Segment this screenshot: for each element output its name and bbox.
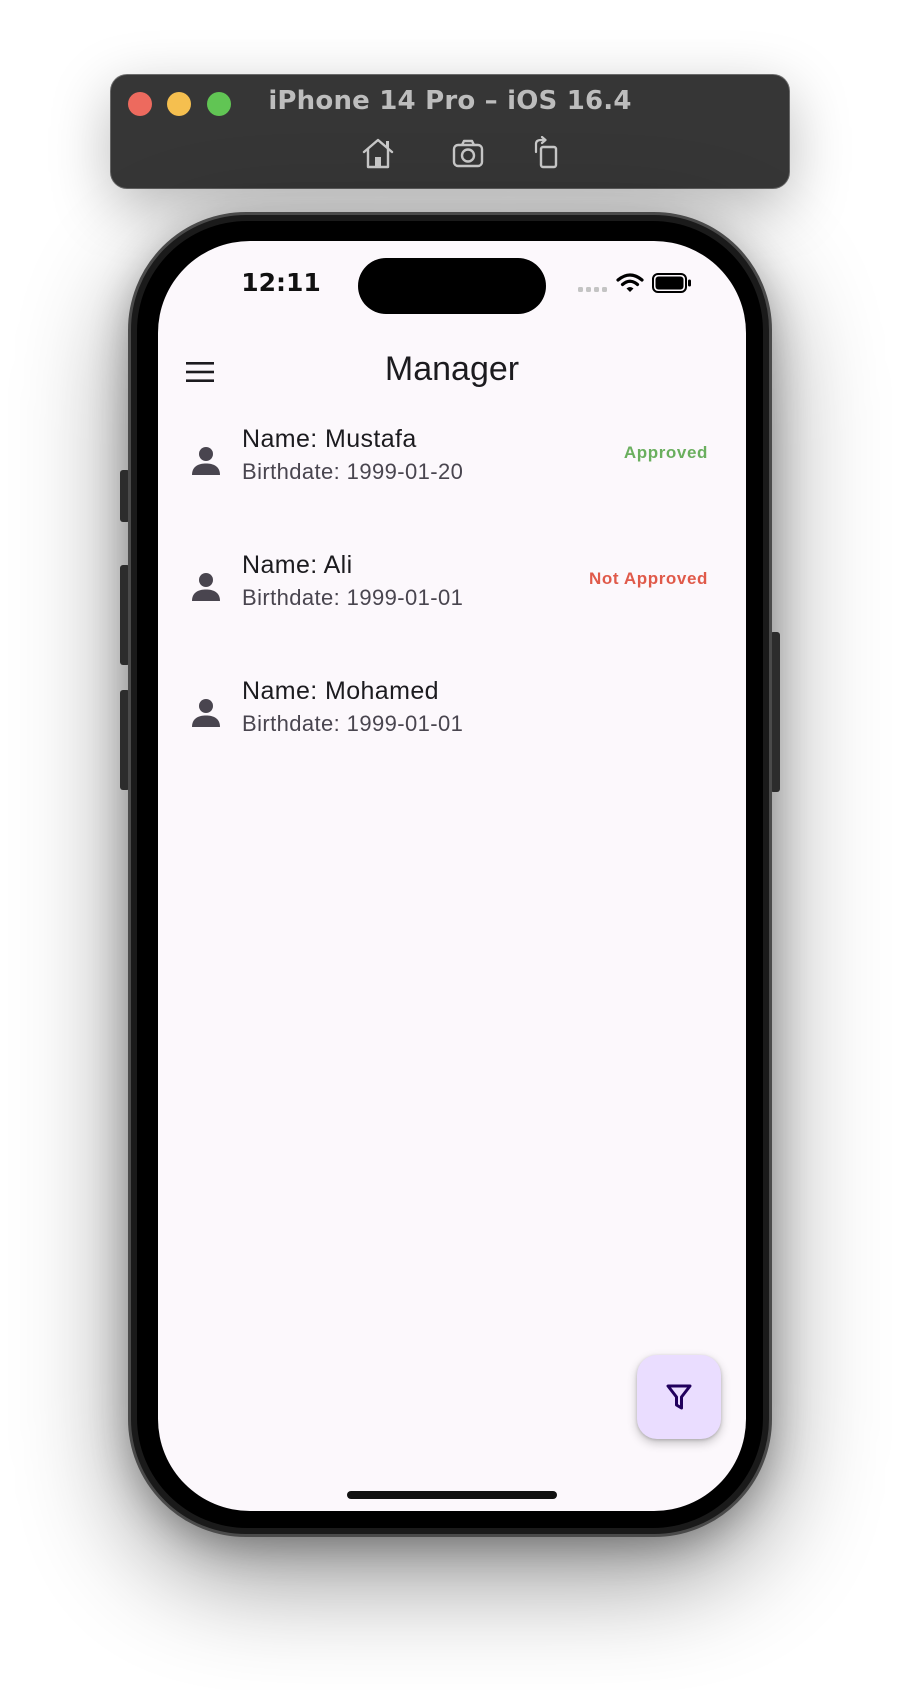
home-button[interactable] xyxy=(358,135,398,171)
simulator-title: iPhone 14 Pro – iOS 16.4 xyxy=(268,86,632,116)
user-birthdate: Birthdate: 1999-01-01 xyxy=(242,711,464,736)
simulator-window: iPhone 14 Pro – iOS 16.4 12:11 Manager N… xyxy=(0,0,900,1690)
user-name: Name: Mustafa xyxy=(242,425,417,453)
filter-icon xyxy=(666,1384,692,1410)
rotate-button[interactable] xyxy=(526,135,566,171)
home-indicator[interactable] xyxy=(347,1491,557,1499)
home-icon xyxy=(362,138,394,169)
screenshot-button[interactable] xyxy=(448,135,488,171)
screenshot-icon xyxy=(452,139,484,168)
user-birthdate: Birthdate: 1999-01-01 xyxy=(242,585,464,610)
person-icon xyxy=(192,573,220,601)
user-name: Name: Ali xyxy=(242,551,353,579)
rotate-icon xyxy=(534,136,558,169)
wifi-icon xyxy=(616,273,644,292)
filter-button[interactable] xyxy=(637,1355,721,1439)
status-time: 12:11 xyxy=(241,268,321,297)
list-item[interactable]: Name: Ali Birthdate: 1999-01-01 Not Appr… xyxy=(158,529,746,655)
user-name: Name: Mohamed xyxy=(242,677,439,705)
menu-icon xyxy=(186,362,214,382)
list-item[interactable]: Name: Mohamed Birthdate: 1999-01-01 xyxy=(158,655,746,781)
user-birthdate: Birthdate: 1999-01-20 xyxy=(242,459,464,484)
status-badge: Not Approved xyxy=(589,569,708,588)
battery-icon xyxy=(652,273,691,293)
dynamic-island xyxy=(358,258,546,314)
signal-icon xyxy=(578,287,607,292)
page-title: Manager xyxy=(384,350,520,388)
menu-button[interactable] xyxy=(178,350,222,394)
person-icon xyxy=(192,447,220,475)
list-item[interactable]: Name: Mustafa Birthdate: 1999-01-20 Appr… xyxy=(158,403,746,529)
person-icon xyxy=(192,699,220,727)
status-badge: Approved xyxy=(623,443,708,462)
